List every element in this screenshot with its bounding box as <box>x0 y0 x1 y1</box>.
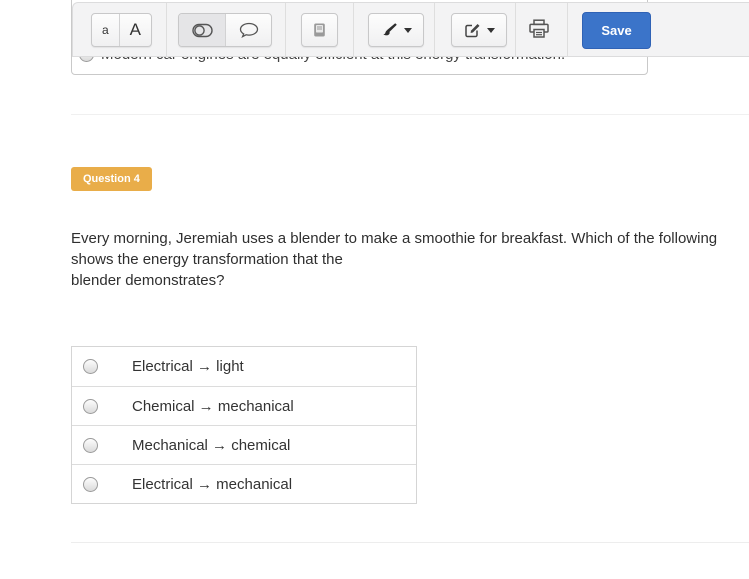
answer-option-label: Electrical → light <box>132 358 244 375</box>
answer-option-label: Chemical → mechanical <box>132 397 294 415</box>
question-prompt: Every morning, Jeremiah uses a blender t… <box>71 228 723 291</box>
toolbar-divider <box>434 3 435 56</box>
toolbar-divider <box>285 3 286 56</box>
question-number-badge: Question 4 <box>71 167 152 191</box>
text-small-button[interactable]: a <box>92 14 119 46</box>
edit-dropdown-button[interactable] <box>451 13 507 47</box>
toolbar-divider <box>353 3 354 56</box>
answer-option-label: Electrical → mechanical <box>132 475 293 493</box>
large-a-label: A <box>129 20 141 39</box>
radio-button[interactable] <box>83 359 98 374</box>
toggle-icon <box>191 23 213 38</box>
section-divider <box>71 114 749 115</box>
answer-option-row[interactable]: Electrical → mechanical <box>72 464 416 503</box>
answer-options-list: Electrical → light Chemical → mechanical… <box>71 346 417 504</box>
question-prompt-line: Every morning, Jeremiah uses a blender t… <box>71 230 718 268</box>
chevron-down-icon <box>403 27 412 33</box>
text-size-button-group: a A <box>91 13 152 47</box>
brush-icon <box>381 22 398 38</box>
printer-icon <box>528 19 550 39</box>
toolbar-divider <box>515 3 516 56</box>
answer-option-row[interactable]: Electrical → light <box>72 347 416 386</box>
chevron-down-icon <box>486 27 495 33</box>
radio-button[interactable] <box>83 476 98 492</box>
toggle-comment-button-group <box>178 13 272 47</box>
answer-option-row[interactable]: Chemical → mechanical <box>72 386 416 425</box>
question-prompt-line: blender demonstrates? <box>71 272 225 289</box>
radio-button[interactable] <box>83 437 98 453</box>
comment-button[interactable] <box>225 14 271 46</box>
book-button[interactable] <box>301 13 338 47</box>
print-button[interactable] <box>528 19 550 39</box>
toolbar-divider <box>166 3 167 56</box>
book-icon <box>312 22 327 38</box>
save-button[interactable]: Save <box>582 12 651 49</box>
radio-button[interactable] <box>83 398 98 414</box>
speech-bubble-icon <box>239 22 259 38</box>
text-large-button[interactable]: A <box>118 14 151 46</box>
toggle-button[interactable] <box>179 14 225 46</box>
small-a-label: a <box>101 23 109 37</box>
toolbar-divider <box>567 3 568 56</box>
formatting-toolbar: a A Save <box>72 2 749 57</box>
edit-square-icon <box>464 22 481 39</box>
section-divider <box>71 542 749 543</box>
answer-option-row[interactable]: Mechanical → chemical <box>72 425 416 464</box>
answer-option-label: Mechanical → chemical <box>132 436 291 454</box>
brush-dropdown-button[interactable] <box>368 13 424 47</box>
